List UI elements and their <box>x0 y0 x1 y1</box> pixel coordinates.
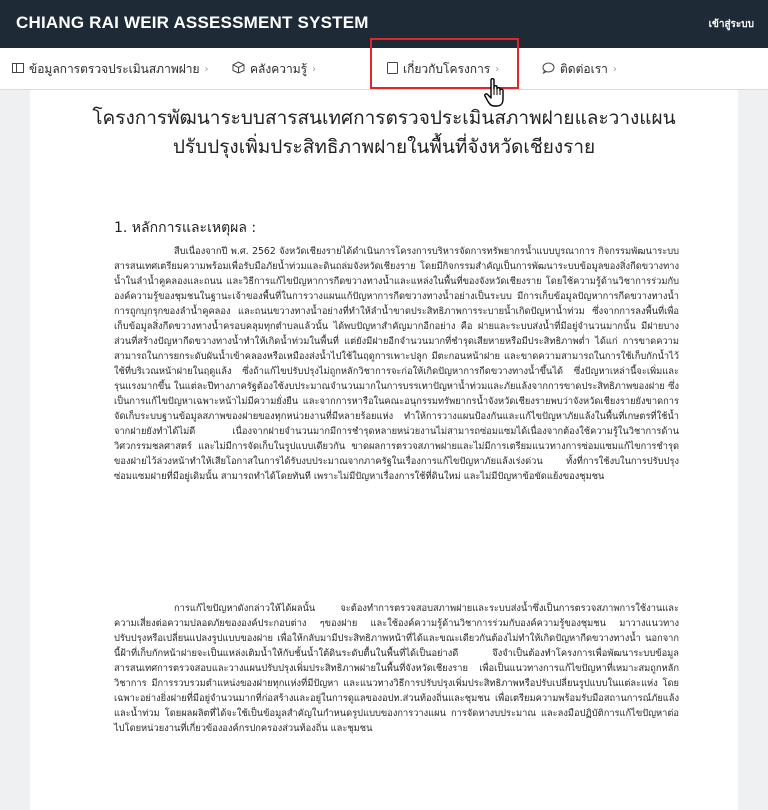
nav-label: ติดต่อเรา <box>560 61 608 76</box>
page-title-line-1: โครงการพัฒนาระบบสารสนเทศการตรวจประเมินสภ… <box>92 107 676 129</box>
nav-label: ข้อมูลการตรวจประเมินสภาพฝาย <box>29 61 200 76</box>
app-title[interactable]: CHIANG RAI WEIR ASSESSMENT SYSTEM <box>16 13 369 33</box>
content-card: โครงการพัฒนาระบบสารสนเทศการตรวจประเมินสภ… <box>30 90 738 810</box>
nav-item-weir-assessment-data[interactable]: ข้อมูลการตรวจประเมินสภาพฝาย › <box>12 48 209 90</box>
chevron-right-icon: › <box>312 63 317 75</box>
nav-item-contact[interactable]: ติดต่อเรา › <box>542 48 617 90</box>
page-title-line-2: ปรับปรุงเพิ่มประสิทธิภาพฝายในพื้นที่จังห… <box>172 136 596 158</box>
page-title: โครงการพัฒนาระบบสารสนเทศการตรวจประเมินสภ… <box>30 104 738 162</box>
chat-bubble-icon <box>542 62 555 77</box>
nav-item-knowledge-base[interactable]: คลังความรู้ › <box>232 48 316 90</box>
nav-label: คลังความรู้ <box>250 61 308 76</box>
login-link[interactable]: เข้าสู่ระบบ <box>709 17 754 32</box>
table-icon <box>12 62 24 77</box>
section-heading: 1. หลักการและเหตุผล : <box>114 220 257 236</box>
chevron-right-icon: › <box>204 63 209 75</box>
chevron-right-icon: › <box>612 63 617 75</box>
hand-cursor-icon <box>482 76 514 110</box>
paragraph-rationale-2: การแก้ไขปัญหาดังกล่าวให้ได้ผลนั้น จะต้อง… <box>114 603 679 734</box>
paragraph-rationale-1: สืบเนื่องจากปี พ.ศ. 2562 จังหวัดเชียงราย… <box>114 246 679 482</box>
cube-icon <box>232 61 245 77</box>
